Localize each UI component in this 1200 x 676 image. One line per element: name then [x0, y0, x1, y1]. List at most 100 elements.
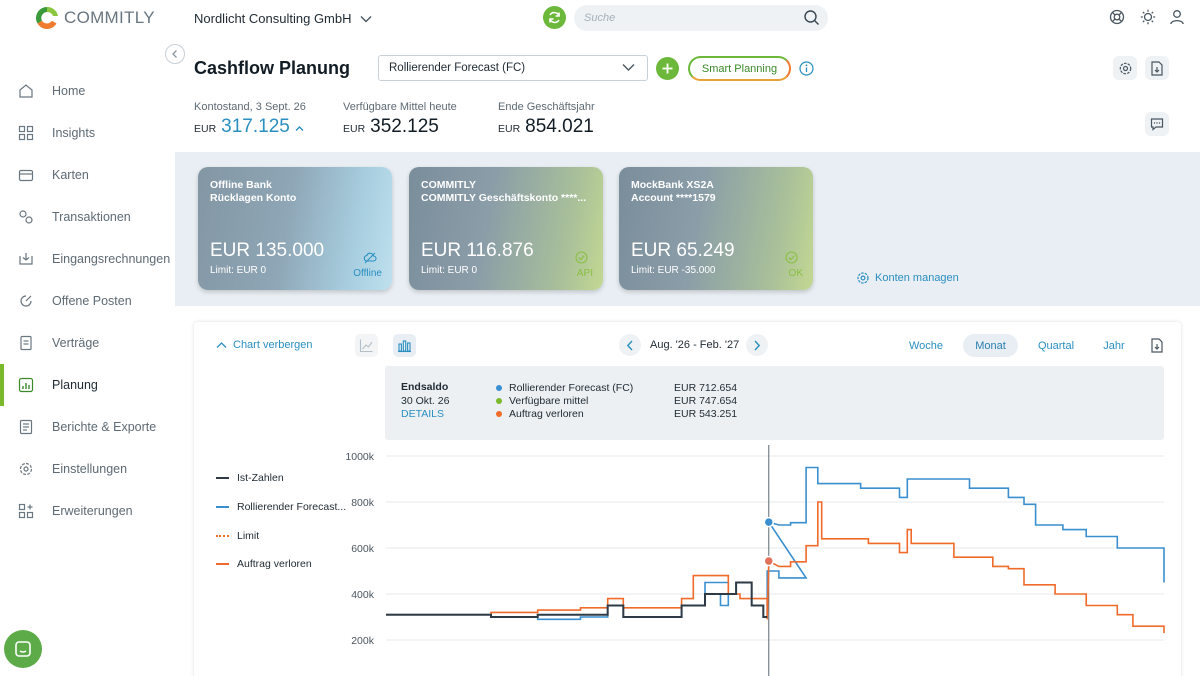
add-plan-button[interactable] — [656, 57, 679, 80]
account-limit: Limit: EUR 0 — [210, 265, 267, 276]
hide-chart-toggle[interactable]: Chart verbergen — [216, 339, 313, 351]
user-icon — [1170, 10, 1184, 25]
transactions-icon — [19, 210, 33, 224]
legend-item[interactable]: Ist-Zahlen — [216, 464, 346, 493]
gear-icon — [857, 272, 869, 284]
legend-swatch — [216, 563, 229, 566]
plan-select[interactable]: Rollierender Forecast (FC) — [378, 55, 648, 81]
account-card[interactable]: COMMITLY COMMITLY Geschäftskonto ****...… — [409, 167, 603, 290]
sidebar-item-label: Verträge — [52, 336, 100, 350]
line-chart-icon — [359, 339, 373, 353]
comment-icon — [1150, 118, 1164, 131]
sidebar-item-insights[interactable]: Insights — [0, 112, 175, 154]
collapse-sidebar-button[interactable] — [165, 44, 185, 64]
theme-toggle-button[interactable] — [1140, 9, 1156, 25]
series-line-auftrag-verloren[interactable] — [386, 501, 1165, 634]
chart-export-button[interactable] — [1145, 334, 1168, 357]
sidebar-item-eingangsrechnungen[interactable]: Eingangsrechnungen — [0, 238, 175, 280]
sidebar-item-erweiterungen[interactable]: Erweiterungen — [0, 490, 175, 532]
next-period-button[interactable] — [746, 334, 768, 356]
check-circle-icon — [785, 251, 798, 264]
tooltip-details-link[interactable]: DETAILS — [401, 408, 444, 420]
account-card[interactable]: Offline Bank Rücklagen Konto EUR 135.000… — [198, 167, 392, 290]
previous-period-button[interactable] — [619, 334, 641, 356]
chat-button[interactable] — [4, 630, 42, 668]
export-button[interactable] — [1145, 56, 1169, 80]
y-tick-label: 600k — [351, 543, 375, 555]
sidebar-item-label: Insights — [52, 126, 96, 140]
chevron-left-icon — [626, 340, 633, 350]
granularity-week-button[interactable]: Woche — [900, 334, 952, 357]
plan-settings-button[interactable] — [1113, 56, 1137, 80]
search-input[interactable]: Suche — [574, 5, 828, 31]
sidebar-item-offene-posten[interactable]: Offene Posten — [0, 280, 175, 322]
account-card[interactable]: MockBank XS2A Account ****1579 EUR 65.24… — [619, 167, 813, 290]
sidebar-item-planung[interactable]: Planung — [0, 364, 175, 406]
gear-icon — [1119, 62, 1131, 74]
check-circle-icon — [575, 251, 588, 264]
company-selector[interactable]: Nordlicht Consulting GmbH — [194, 11, 372, 26]
sidebar-item-label: Karten — [52, 168, 89, 182]
series-line-rollierender-forecast[interactable] — [386, 466, 1165, 621]
bar-chart-type-button[interactable] — [393, 334, 416, 357]
search-icon[interactable] — [803, 9, 820, 26]
account-amount: EUR 116.876 — [421, 240, 534, 261]
cursor-dot-lost[interactable] — [763, 555, 775, 567]
sidebar-item-berichte[interactable]: Berichte & Exporte — [0, 406, 175, 448]
sync-button[interactable] — [543, 6, 566, 29]
account-limit: Limit: EUR -35.000 — [631, 265, 716, 276]
sidebar-item-vertraege[interactable]: Verträge — [0, 322, 175, 364]
granularity-year-button[interactable]: Jahr — [1095, 334, 1133, 357]
granularity-quarter-button[interactable]: Quartal — [1030, 334, 1082, 357]
tooltip-row-value: EUR 712.654 — [674, 382, 738, 394]
sidebar-nav: Home Insights Karten Transaktionen Einga… — [0, 70, 175, 532]
sidebar-item-einstellungen[interactable]: Einstellungen — [0, 448, 175, 490]
sidebar-item-transaktionen[interactable]: Transaktionen — [0, 196, 175, 238]
sidebar-item-karten[interactable]: Karten — [0, 154, 175, 196]
account-limit: Limit: EUR 0 — [421, 265, 478, 276]
sidebar-item-label: Berichte & Exporte — [52, 420, 157, 434]
tooltip-row-label: Auftrag verloren — [509, 408, 584, 420]
logo-text: COMMITLY — [64, 8, 155, 27]
refresh-icon — [549, 11, 560, 24]
y-tick-label: 200k — [351, 635, 375, 647]
manage-accounts-link[interactable]: Konten managen — [856, 271, 959, 285]
logo[interactable]: COMMITLY — [34, 5, 155, 31]
download-file-icon — [1151, 60, 1163, 76]
search-placeholder: Suche — [584, 12, 616, 24]
download-file-icon — [1150, 338, 1163, 353]
invoice-icon — [19, 253, 33, 265]
chart-legend: Ist-Zahlen Rollierender Forecast... Limi… — [216, 464, 346, 579]
insights-icon — [18, 125, 34, 141]
account-bank: MockBank XS2A — [631, 179, 714, 191]
comments-button[interactable] — [1145, 112, 1169, 136]
extensions-icon — [18, 503, 34, 519]
stat-value: 854.021 — [525, 116, 594, 137]
cloud-icon — [363, 252, 377, 264]
legend-item[interactable]: Limit — [216, 521, 346, 550]
chat-icon — [15, 641, 31, 657]
series-line-ist-zahlen[interactable] — [386, 581, 768, 618]
open-items-icon — [20, 295, 32, 307]
user-profile-button[interactable] — [1169, 9, 1185, 25]
granularity-month-button[interactable]: Monat — [963, 334, 1018, 357]
plan-select-value: Rollierender Forecast (FC) — [389, 62, 526, 74]
chevron-up-icon[interactable] — [295, 125, 304, 132]
account-name: Rücklagen Konto — [210, 192, 297, 204]
tooltip-row-label: Verfügbare mittel — [509, 395, 589, 407]
series-dot — [496, 411, 502, 417]
sidebar-item-home[interactable]: Home — [0, 70, 175, 112]
legend-item[interactable]: Auftrag verloren — [216, 550, 346, 579]
smart-planning-button[interactable]: Smart Planning — [688, 56, 791, 81]
planning-icon — [18, 377, 34, 393]
stat-currency: EUR — [343, 123, 366, 135]
stat-value[interactable]: 317.125 — [221, 116, 290, 138]
stat-currency: EUR — [194, 123, 217, 135]
cursor-dot-forecast[interactable] — [763, 516, 775, 528]
info-icon[interactable] — [799, 61, 814, 76]
help-button[interactable] — [1109, 9, 1125, 25]
series-dot — [496, 398, 502, 404]
cashflow-chart[interactable]: 1000k 800k 600k 400k 200k — [330, 445, 1170, 676]
legend-item[interactable]: Rollierender Forecast... — [216, 493, 346, 522]
line-chart-type-button[interactable] — [355, 334, 378, 357]
